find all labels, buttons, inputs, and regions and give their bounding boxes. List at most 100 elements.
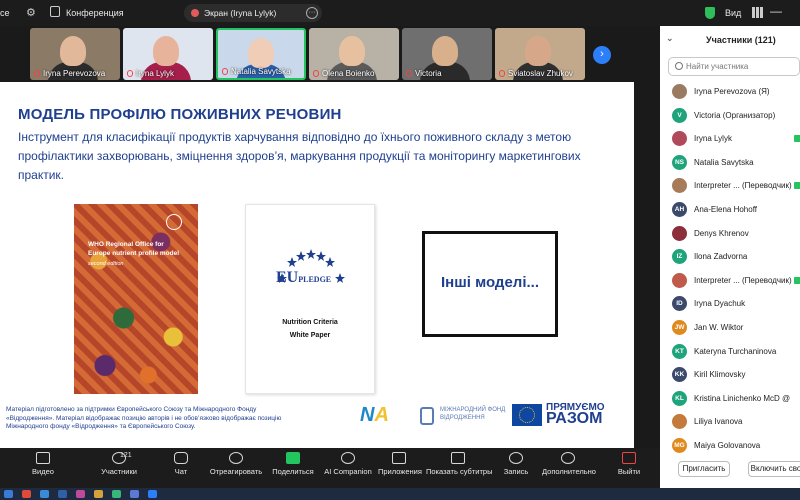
participant-row[interactable]: MG Maiya Golovanova: [660, 434, 800, 458]
chat-icon: [174, 452, 188, 464]
thumbnail-name: Iryna Perevozova: [34, 69, 105, 78]
unmute-self-button[interactable]: Включить сво: [748, 461, 800, 477]
leave-button[interactable]: Выйти: [614, 452, 644, 486]
video-thumbnail[interactable]: Victoria: [402, 28, 492, 80]
start-icon[interactable]: [4, 490, 13, 498]
captions-button[interactable]: Показать субтитры: [426, 452, 492, 486]
video-thumbnail[interactable]: Iryna Lylyk: [123, 28, 213, 80]
participant-name: Kristina Linichenko McD @: [694, 393, 791, 403]
participant-row[interactable]: Denys Khrenov: [660, 222, 800, 246]
participants-header: ⌄ Участники (121): [660, 26, 800, 52]
record-button[interactable]: Запись: [502, 452, 530, 486]
avatar: [672, 272, 687, 288]
participant-row[interactable]: KT Kateryna Turchaninova: [660, 340, 800, 364]
apps-button[interactable]: Приложения: [378, 452, 422, 486]
participant-name: Interpreter ... (Переводчик): [694, 275, 792, 285]
eu-white-paper: White Paper: [289, 332, 331, 339]
muted-mic-icon: [406, 70, 412, 77]
video-button[interactable]: Видео: [28, 452, 58, 486]
share-button[interactable]: Поделиться: [272, 452, 314, 486]
chat-button[interactable]: Чат: [168, 452, 194, 486]
participants-title: Участники (121): [706, 35, 776, 45]
eu-flag-icon: [512, 404, 542, 426]
video-thumbnail[interactable]: Olena Boienko: [309, 28, 399, 80]
participant-name: Kiril Klimovsky: [694, 370, 746, 380]
os-taskbar: [0, 488, 800, 500]
gear-icon[interactable]: ⚙: [26, 6, 36, 19]
participant-row[interactable]: ID Iryna Dyachuk: [660, 292, 800, 316]
thumbnail-name: Natalia Savytska: [222, 67, 291, 76]
app-icon[interactable]: [76, 490, 85, 498]
participant-name: Ana-Elena Hohoff: [694, 204, 758, 214]
eu-pledge-logo: EUPLEDGE: [276, 269, 332, 286]
more-options-icon[interactable]: ···: [306, 7, 318, 19]
app-icon[interactable]: [94, 490, 103, 498]
participant-name: Interpreter ... (Переводчик): [694, 181, 792, 191]
participant-row[interactable]: JW Jan W. Wiktor: [660, 316, 800, 340]
zoom-app-icon[interactable]: [148, 490, 157, 498]
ai-companion-button[interactable]: AI Companion: [324, 452, 372, 486]
avatar: AH: [672, 201, 687, 217]
participant-row[interactable]: Interpreter ... (Переводчик): [660, 174, 800, 198]
heart-icon: [229, 452, 243, 464]
invite-button[interactable]: Пригласить: [678, 461, 730, 477]
eu-nutrition-criteria: Nutrition Criteria: [282, 319, 338, 326]
book-pattern: [74, 204, 198, 394]
grid-icon[interactable]: [752, 7, 763, 18]
app-icon[interactable]: [58, 490, 67, 498]
app-icon[interactable]: [22, 490, 31, 498]
window-title-fragment: ce: [0, 8, 10, 18]
book-title: WHO Regional Office for Europe nutrient …: [88, 241, 180, 257]
camera-icon: [36, 452, 50, 464]
avatar: [672, 131, 687, 147]
other-models-box: Інші моделі...: [422, 231, 558, 337]
search-icon: [675, 62, 683, 70]
participant-list: Iryna Perevozova (Я) V Victoria (Организат…: [660, 80, 800, 458]
search-placeholder: Найти участника: [686, 62, 749, 71]
who-emblem-icon: [166, 214, 182, 230]
participant-name: Iryna Lylyk: [694, 134, 732, 144]
participant-name: Kateryna Turchaninova: [694, 346, 777, 356]
participant-row[interactable]: AH Ana-Elena Hohoff: [660, 198, 800, 222]
participant-row[interactable]: NS Natalia Savytska: [660, 151, 800, 175]
participant-name: Liliya Ivanova: [694, 417, 743, 427]
video-thumbnail[interactable]: Sviatoslav Zhukov: [495, 28, 585, 80]
shield-icon[interactable]: [705, 7, 715, 19]
participant-row[interactable]: KK Kiril Klimovsky: [660, 363, 800, 387]
participant-search-input[interactable]: Найти участника: [668, 57, 800, 76]
participant-row[interactable]: Liliya Ivanova: [660, 410, 800, 434]
chevron-down-icon[interactable]: ⌄: [666, 33, 674, 44]
video-thumbnail[interactable]: Iryna Perevozova: [30, 28, 120, 80]
apps-icon: [392, 452, 406, 464]
participant-face: [248, 38, 274, 68]
participant-row[interactable]: Iryna Lylyk: [660, 127, 800, 151]
app-icon[interactable]: [40, 490, 49, 498]
more-button[interactable]: Дополнительно: [542, 452, 596, 486]
participant-row[interactable]: IZ Ilona Zadvorna: [660, 245, 800, 269]
screen-share-icon: [191, 9, 199, 17]
minimize-button[interactable]: —: [770, 4, 782, 18]
conference-label[interactable]: Конференция: [66, 8, 124, 18]
video-thumbnail-strip: Iryna Perevozova Iryna Lylyk Natalia Savyt…: [0, 26, 660, 82]
slide-title: МОДЕЛЬ ПРОФІЛЮ ПОЖИВНИХ РЕЧОВИН: [18, 106, 342, 123]
participant-row[interactable]: KL Kristina Linichenko McD @: [660, 387, 800, 411]
participant-face: [432, 36, 458, 66]
other-models-label: Інші моделі...: [441, 274, 539, 291]
participant-row[interactable]: Interpreter ... (Переводчик): [660, 269, 800, 293]
screen-share-label: Экран (Iryna Lylyk): [204, 8, 277, 18]
avatar: MG: [672, 437, 687, 453]
screen-share-pill[interactable]: Экран (Iryna Lylyk) ···: [184, 4, 322, 22]
leave-icon: [622, 452, 636, 464]
participant-row[interactable]: Iryna Perevozova (Я): [660, 80, 800, 104]
video-thumbnail[interactable]: Natalia Savytska: [216, 28, 306, 80]
participants-button[interactable]: 121 Участники: [96, 452, 142, 486]
react-button[interactable]: Отреагировать: [208, 452, 264, 486]
app-icon[interactable]: [112, 490, 121, 498]
app-icon[interactable]: [130, 490, 139, 498]
avatar: IZ: [672, 249, 687, 265]
participant-row[interactable]: V Victoria (Организатор): [660, 104, 800, 128]
view-button[interactable]: Вид: [725, 8, 741, 18]
zoom-window: ce ⚙ Конференция Экран (Iryna Lylyk) ···…: [0, 0, 800, 500]
participant-face: [525, 36, 551, 66]
next-page-button[interactable]: ›: [593, 46, 611, 64]
